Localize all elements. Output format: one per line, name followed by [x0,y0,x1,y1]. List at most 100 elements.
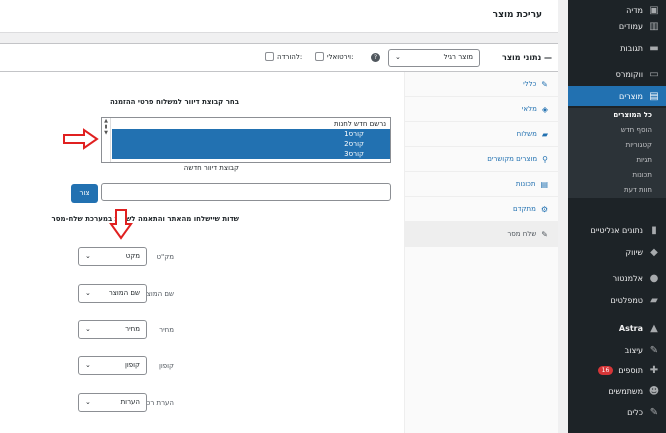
truck-icon: ▰ [541,129,548,139]
sidebar-item-appearance[interactable]: עיצוב ✎ [568,340,666,360]
admin-sidebar: מדיה ▣ עמודים ▥ תגובות ▬ ווקומרס ▭ מוצרים ▤ כ… [568,0,666,433]
sku-select[interactable]: ⌄ מקט [78,247,147,266]
tab-general[interactable]: כללי ✎ [405,72,558,97]
sidebar-item-label: טמפלטים [610,295,643,305]
sidebar-item-label: עיצוב [624,345,643,355]
new-group-input[interactable] [101,183,391,201]
price-select[interactable]: ⌄ מחיר [78,320,147,339]
sidebar-item-label: מדיה [626,5,643,15]
sidebar-item-pages[interactable]: עמודים ▥ [568,16,666,36]
submenu-attributes[interactable]: תכונות [568,168,666,183]
pages-icon: ▥ [649,20,659,32]
field-label-price: מחיר [159,326,174,334]
astra-icon: ▲ [650,322,658,334]
sidebar-item-products[interactable]: מוצרים ▤ [568,86,666,106]
select-value: שם המוצר [108,289,140,297]
virtual-checkbox[interactable] [315,52,324,61]
sidebar-item-analytics[interactable]: נתונים אנליטיים ▮ [568,220,666,240]
listbox-option[interactable]: קורס2 [112,139,390,149]
product-type-select[interactable]: ⌄ מוצר רגיל [388,49,480,67]
chevron-down-icon: ⌄ [85,361,91,369]
chevron-down-icon: ⌄ [395,53,401,61]
download-checkbox-group: להורדה: [265,52,302,61]
submenu-all-products[interactable]: כל המוצרים [568,108,666,123]
listbox-option[interactable]: קורס1 [112,129,390,139]
product-name-select[interactable]: ⌄ שם המוצר [78,284,147,303]
product-data-header: נתוני מוצר — ⌄ מוצר רגיל ? וירטואלי: להו… [0,44,558,72]
marketing-icon: ◆ [650,246,658,258]
top-header: עריכת מוצר [0,0,558,33]
sidebar-item-label: עמודים [618,21,643,31]
sidebar-item-marketing[interactable]: שיווק ◆ [568,242,666,262]
tab-label: מלאי [521,105,537,113]
submenu-reviews[interactable]: חוות דעת [568,183,666,198]
annotation-arrow-down-icon [109,209,133,240]
sidebar-item-plugins[interactable]: 16 תוספים ✚ [568,360,666,380]
sidebar-item-comments[interactable]: תגובות ▬ [568,38,666,58]
submenu-add-new[interactable]: הוסף חדש [568,123,666,138]
tools-icon: ✎ [649,406,659,418]
sidebar-item-label: ווקומרס [615,69,643,79]
purchase-note-select[interactable]: ⌄ הערות [78,393,147,412]
list-icon: ▤ [540,179,548,189]
product-type-value: מוצר רגיל [443,53,473,61]
tag-icon: ◈ [541,104,548,114]
submenu-categories[interactable]: קטגוריות [568,138,666,153]
sidebar-item-label: משתמשים [608,386,643,396]
gear-icon: ⚙ [540,204,548,214]
tab-shipping[interactable]: משלוח ▰ [405,122,558,147]
mailing-group-listbox[interactable]: ▲ ▮ ▼ נרשם חדש לחנות קורס1 קורס2 קורס3 [101,117,391,163]
field-label-coupon: קופון [158,362,174,370]
tab-attributes[interactable]: תכונות ▤ [405,172,558,197]
products-submenu: כל המוצרים הוסף חדש קטגוריות תגיות תכונו… [568,108,666,198]
sidebar-item-label: תוספים [618,365,643,375]
chevron-down-icon: ⌄ [85,252,91,260]
active-menu-pointer [562,90,568,102]
listbox-option[interactable]: נרשם חדש לחנות [112,119,390,129]
appearance-icon: ✎ [649,344,659,356]
comments-icon: ▬ [649,42,659,54]
product-data-panel: נתוני מוצר — ⌄ מוצר רגיל ? וירטואלי: להו… [0,43,558,433]
sidebar-item-woocommerce[interactable]: ווקומרס ▭ [568,64,666,84]
tab-label: משלוח [516,130,537,138]
help-icon[interactable]: ? [371,53,380,62]
tab-inventory[interactable]: מלאי ◈ [405,97,558,122]
templates-icon: ▰ [650,294,658,306]
select-value: מחיר [125,325,140,333]
tab-label: כללי [523,80,537,88]
wrench-icon: ✎ [541,229,548,239]
product-data-title: נתוני מוצר — [502,53,552,62]
sidebar-item-astra[interactable]: Astra ▲ [568,318,666,338]
plugins-update-badge: 16 [597,365,614,375]
tab-send-message[interactable]: שלח מסר ✎ [405,222,558,247]
woo-icon: ▭ [649,68,659,80]
tab-linked-products[interactable]: מוצרים מקושרים ⚲ [405,147,558,172]
tab-advanced[interactable]: מתקדם ⚙ [405,197,558,222]
field-mapping-label: שדות שיישלחו מהאתר והתאמה לשדות במערכת ש… [51,215,239,223]
create-button[interactable]: צור [71,184,98,203]
download-label: להורדה: [277,52,303,61]
analytics-icon: ▮ [651,224,657,236]
submenu-tags[interactable]: תגיות [568,153,666,168]
sidebar-item-elementor[interactable]: אלמנטור ● [568,268,666,288]
media-icon: ▣ [649,4,659,16]
sidebar-item-label: כלים [627,407,643,417]
products-icon: ▤ [649,90,659,102]
sidebar-item-tools[interactable]: כלים ✎ [568,402,666,422]
listbox-scrollbar[interactable]: ▲ ▮ ▼ [102,118,111,162]
new-group-label: קבוצת דיוור חדשה [183,164,239,172]
sidebar-item-users[interactable]: משתמשים ☻ [568,381,666,401]
sidebar-item-label: תגובות [620,43,643,53]
virtual-checkbox-group: וירטואלי: [315,52,353,61]
plugins-icon: ✚ [649,364,659,376]
listbox-option[interactable]: קורס3 [112,149,390,159]
coupon-select[interactable]: ⌄ קופון [78,356,147,375]
virtual-label: וירטואלי: [327,52,354,61]
download-checkbox[interactable] [265,52,274,61]
sidebar-item-label: אלמנטור [612,273,643,283]
chevron-down-icon: ⌄ [85,289,91,297]
sidebar-item-templates[interactable]: טמפלטים ▰ [568,290,666,310]
sidebar-item-label: נתונים אנליטיים [590,225,643,235]
tab-label: מוצרים מקושרים [487,155,538,163]
field-label-sku: מק"ט [156,253,174,261]
